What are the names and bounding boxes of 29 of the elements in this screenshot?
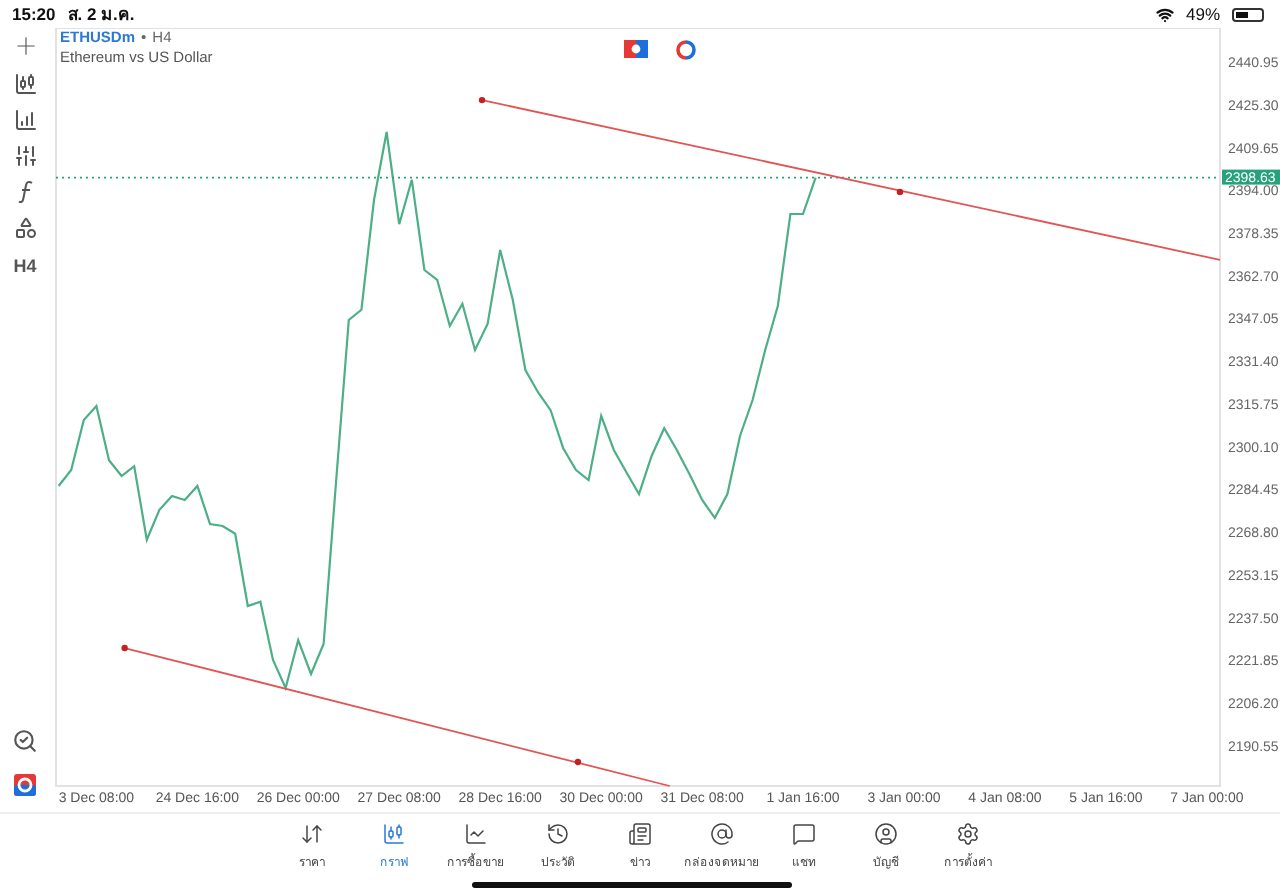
anchor-handle[interactable]: [574, 758, 582, 766]
newspaper-icon: [628, 822, 652, 846]
arrows-icon: [300, 822, 324, 846]
candlestick-icon: [382, 822, 406, 846]
wifi-icon: [1155, 5, 1174, 23]
anchor-handle[interactable]: [478, 96, 486, 104]
crosshair-icon[interactable]: [11, 32, 39, 60]
battery-percent: 49%: [1185, 4, 1220, 24]
status-date: ส. 2 ม.ค.: [67, 2, 135, 28]
anchor-handle[interactable]: [896, 188, 904, 196]
camera-icon[interactable]: [624, 40, 648, 58]
timeframe-button[interactable]: H4: [13, 256, 37, 276]
settings-icon: [956, 822, 980, 846]
indicators-icon[interactable]: [13, 108, 37, 132]
function-icon[interactable]: [17, 180, 33, 204]
candlestick-icon[interactable]: [13, 72, 37, 96]
chat-bubble-icon: [792, 822, 816, 846]
clock-time: 15:20: [12, 4, 56, 24]
clock-icon[interactable]: [676, 40, 696, 60]
history-icon: [546, 822, 570, 846]
battery-icon: [1232, 7, 1264, 21]
user-icon: [874, 822, 898, 846]
shapes-icon[interactable]: [13, 216, 37, 240]
line-chart-icon: [464, 822, 488, 846]
anchor-handle[interactable]: [121, 644, 128, 652]
at-sign-icon: [710, 822, 734, 846]
search-icon[interactable]: [12, 728, 38, 754]
logo-icon[interactable]: [14, 774, 36, 796]
sliders-icon[interactable]: [13, 144, 37, 168]
